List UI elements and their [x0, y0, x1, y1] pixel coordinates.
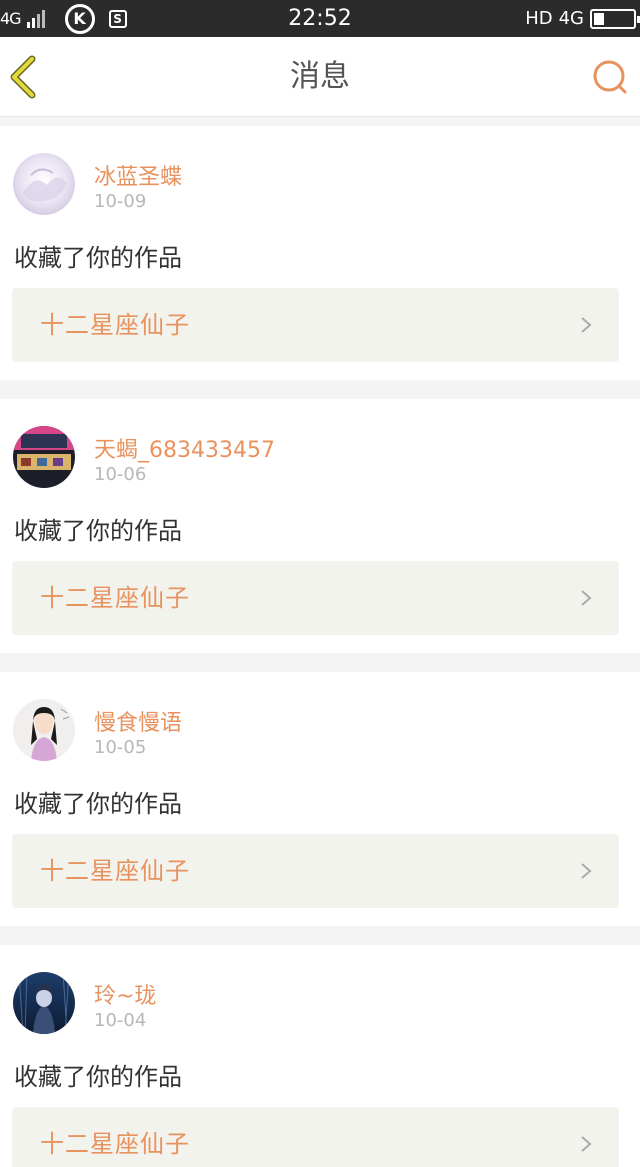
message-card: 玲~珑 10-04 收藏了你的作品 十二星座仙子 — [0, 945, 640, 1167]
message-date: 10-09 — [94, 191, 147, 212]
message-date: 10-05 — [94, 737, 147, 758]
message-date: 10-06 — [94, 464, 147, 485]
nav-bar: 消息 — [0, 37, 640, 117]
username[interactable]: 天蝎_683433457 — [94, 432, 275, 464]
hd-indicator: HD — [525, 8, 553, 29]
message-action: 收藏了你的作品 — [14, 1063, 182, 1091]
user-avatar[interactable] — [13, 153, 75, 215]
username[interactable]: 冰蓝圣蝶 — [94, 159, 182, 191]
user-avatar[interactable] — [13, 426, 75, 488]
chevron-right-icon — [581, 1136, 592, 1152]
work-title: 十二星座仙子 — [40, 857, 190, 885]
work-link[interactable]: 十二星座仙子 — [12, 834, 619, 908]
work-link[interactable]: 十二星座仙子 — [12, 288, 619, 362]
work-title: 十二星座仙子 — [40, 1130, 190, 1158]
chevron-right-icon — [581, 317, 592, 333]
chevron-left-icon[interactable] — [6, 55, 46, 99]
username[interactable]: 玲~珑 — [94, 978, 156, 1010]
battery-icon — [590, 8, 640, 29]
username[interactable]: 慢食慢语 — [94, 705, 182, 737]
message-card: 冰蓝圣蝶 10-09 收藏了你的作品 十二星座仙子 — [0, 126, 640, 380]
user-avatar[interactable] — [13, 699, 75, 761]
chevron-right-icon — [581, 590, 592, 606]
work-title: 十二星座仙子 — [40, 311, 190, 339]
chevron-right-icon — [581, 863, 592, 879]
message-date: 10-04 — [94, 1010, 147, 1031]
message-action: 收藏了你的作品 — [14, 790, 182, 818]
network-type-right: 4G — [558, 8, 584, 29]
message-action: 收藏了你的作品 — [14, 244, 182, 272]
work-title: 十二星座仙子 — [40, 584, 190, 612]
message-list: 冰蓝圣蝶 10-09 收藏了你的作品 十二星座仙子 天蝎_683433457 1… — [0, 126, 640, 1167]
work-link[interactable]: 十二星座仙子 — [12, 561, 619, 635]
user-avatar[interactable] — [13, 972, 75, 1034]
message-card: 慢食慢语 10-05 收藏了你的作品 十二星座仙子 — [0, 672, 640, 926]
search-icon[interactable] — [590, 57, 630, 97]
message-card: 天蝎_683433457 10-06 收藏了你的作品 十二星座仙子 — [0, 399, 640, 653]
message-action: 收藏了你的作品 — [14, 517, 182, 545]
status-bar: 4G K S 22:52 HD 4G — [0, 0, 640, 37]
page-title: 消息 — [290, 59, 350, 94]
work-link[interactable]: 十二星座仙子 — [12, 1107, 619, 1167]
